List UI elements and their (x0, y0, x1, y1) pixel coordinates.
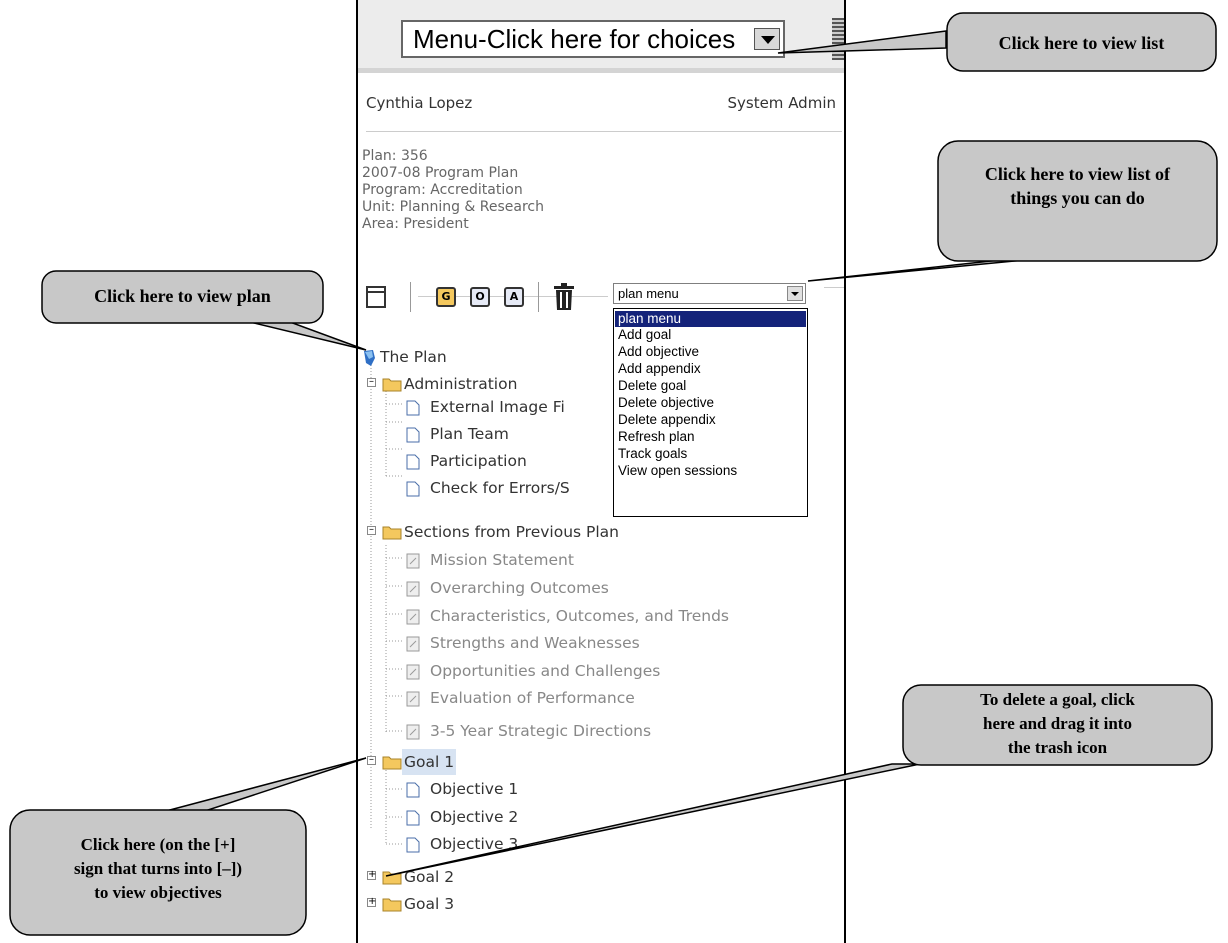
callout-text: Click here (on the [+] sign that turns i… (9, 833, 307, 905)
callout-line: sign that turns into [–]) (73, 859, 243, 878)
callout-text: Click here to view list of things you ca… (937, 162, 1218, 210)
callout-delete-goal: To delete a goal, click here and drag it… (902, 684, 1213, 766)
callout-line: to view objectives (94, 883, 222, 902)
callout-line: things you can do (1010, 188, 1145, 208)
callout-view-list: Click here to view list (946, 12, 1217, 72)
callout-text: Click here to view list (998, 33, 1165, 53)
callout-text: Click here to view plan (94, 286, 271, 306)
callout-view-plan: Click here to view plan (41, 270, 324, 324)
callout-view-objectives: Click here (on the [+] sign that turns i… (9, 809, 307, 936)
callout-text: To delete a goal, click here and drag it… (902, 688, 1213, 760)
callout-line: To delete a goal, click (980, 690, 1135, 709)
callout-line: Click here to view list of (984, 164, 1171, 184)
callout-line: Click here (on the [+] (80, 835, 236, 854)
callout-line: the trash icon (1007, 738, 1108, 757)
callout-line: here and drag it into (983, 714, 1132, 733)
callout-view-things: Click here to view list of things you ca… (937, 140, 1218, 262)
